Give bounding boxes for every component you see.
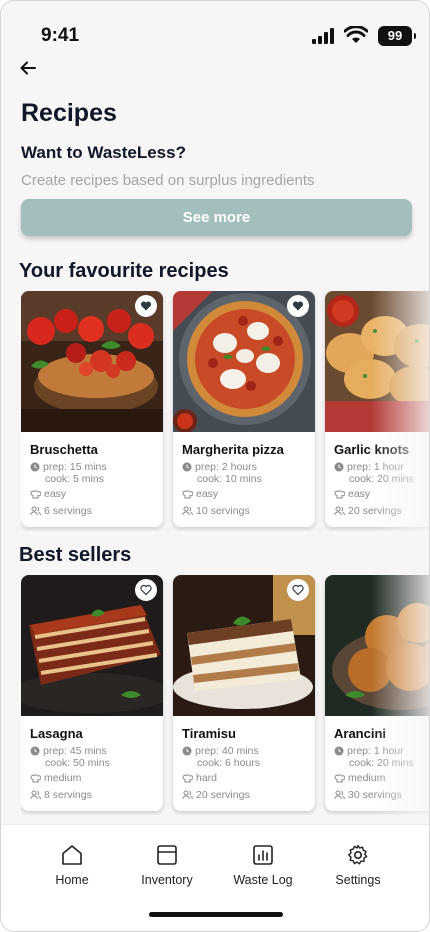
servings: 20 servings: [334, 505, 402, 517]
prep-time: prep: 45 mins: [30, 745, 107, 757]
tab-label: Waste Log: [233, 873, 293, 887]
chef-hat-icon: [182, 773, 193, 782]
prep-time: prep: 1 hour: [334, 745, 404, 757]
recipe-card[interactable]: Tiramisu prep: 40 mins cook: 6 hours har…: [173, 575, 315, 811]
app-screen: 9:41 99 Recipes Want to WasteLess? Creat…: [0, 0, 430, 932]
home-indicator: [149, 912, 283, 917]
chef-hat-icon: [30, 489, 41, 498]
tab-waste-log[interactable]: Waste Log: [218, 843, 308, 887]
arancini-photo: [325, 575, 429, 716]
difficulty: medium: [334, 772, 385, 784]
wasteless-heading: Want to WasteLess?: [21, 143, 186, 162]
people-icon: [182, 506, 193, 516]
people-icon: [182, 790, 193, 800]
page-title: Recipes: [21, 99, 117, 127]
difficulty: hard: [182, 772, 217, 784]
cook-time: cook: 10 mins: [197, 473, 262, 485]
favourite-toggle[interactable]: [135, 579, 157, 601]
clock-icon: [334, 462, 344, 472]
people-icon: [30, 790, 41, 800]
heart-filled-icon: [140, 301, 152, 311]
recipe-name: Bruschetta: [30, 442, 98, 457]
difficulty: medium: [30, 772, 81, 784]
inventory-icon: [157, 845, 177, 865]
people-icon: [30, 506, 41, 516]
chef-hat-icon: [334, 773, 345, 782]
wifi-icon: [344, 26, 368, 43]
cook-time: cook: 5 mins: [45, 473, 104, 485]
people-icon: [334, 790, 345, 800]
prep-time: prep: 1 hour: [334, 461, 404, 473]
cook-time: cook: 50 mins: [45, 757, 110, 769]
clock-icon: [182, 462, 192, 472]
recipe-card[interactable]: Margherita pizza prep: 2 hours cook: 10 …: [173, 291, 315, 527]
difficulty: easy: [334, 488, 370, 500]
best-sellers-carousel[interactable]: Lasagna prep: 45 mins cook: 50 mins medi…: [21, 575, 429, 815]
tab-label: Inventory: [141, 873, 193, 887]
clock-icon: [182, 746, 192, 756]
clock-icon: [30, 462, 40, 472]
waste-log-icon: [253, 845, 273, 865]
cook-time: cook: 20 mins: [349, 473, 414, 485]
prep-time: prep: 40 mins: [182, 745, 259, 757]
difficulty: easy: [182, 488, 218, 500]
status-time: 9:41: [41, 25, 80, 46]
servings: 8 servings: [30, 789, 92, 801]
chef-hat-icon: [30, 773, 41, 782]
servings: 6 servings: [30, 505, 92, 517]
recipe-name: Arancini: [334, 726, 387, 741]
tab-settings[interactable]: Settings: [313, 843, 403, 887]
tab-home[interactable]: Home: [27, 843, 117, 887]
chef-hat-icon: [334, 489, 345, 498]
clock-icon: [30, 746, 40, 756]
section-title-best-sellers: Best sellers: [19, 544, 132, 566]
favourites-carousel[interactable]: Bruschetta prep: 15 mins cook: 5 mins ea…: [21, 291, 429, 531]
recipe-card[interactable]: Lasagna prep: 45 mins cook: 50 mins medi…: [21, 575, 163, 811]
wasteless-description: Create recipes based on surplus ingredie…: [21, 172, 315, 189]
clock-icon: [334, 746, 344, 756]
home-icon: [62, 845, 82, 865]
signal-icon: [312, 28, 334, 44]
favourite-toggle[interactable]: [287, 295, 309, 317]
battery-icon: 99: [378, 26, 416, 46]
servings: 20 servings: [182, 789, 250, 801]
servings: 10 servings: [182, 505, 250, 517]
favourite-toggle[interactable]: [287, 579, 309, 601]
prep-time: prep: 15 mins: [30, 461, 107, 473]
see-more-button[interactable]: See more: [21, 199, 412, 236]
tab-label: Settings: [335, 873, 381, 887]
tab-label: Home: [55, 873, 89, 887]
recipe-card[interactable]: Bruschetta prep: 15 mins cook: 5 mins ea…: [21, 291, 163, 527]
difficulty: easy: [30, 488, 66, 500]
recipe-card[interactable]: Garlic knots prep: 1 hour cook: 20 mins …: [325, 291, 429, 527]
servings: 30 servings: [334, 789, 402, 801]
heart-outline-icon: [140, 584, 152, 596]
heart-filled-icon: [292, 301, 304, 311]
tab-inventory[interactable]: Inventory: [122, 843, 212, 887]
people-icon: [334, 506, 345, 516]
garlic-knots-photo: [325, 291, 429, 432]
heart-outline-icon: [292, 584, 304, 596]
recipe-card[interactable]: Arancini prep: 1 hour cook: 20 mins medi…: [325, 575, 429, 811]
recipe-name: Lasagna: [30, 726, 83, 741]
status-bar: 9:41 99: [1, 1, 429, 63]
cook-time: cook: 6 hours: [197, 757, 261, 769]
recipe-name: Tiramisu: [182, 726, 236, 741]
section-title-favourites: Your favourite recipes: [19, 260, 229, 282]
favourite-toggle[interactable]: [135, 295, 157, 317]
recipe-name: Margherita pizza: [182, 442, 284, 457]
chef-hat-icon: [182, 489, 193, 498]
cook-time: cook: 20 mins: [349, 757, 414, 769]
recipe-name: Garlic knots: [334, 442, 410, 457]
settings-icon: [348, 844, 368, 865]
back-arrow-icon[interactable]: [19, 59, 37, 77]
prep-time: prep: 2 hours: [182, 461, 257, 473]
